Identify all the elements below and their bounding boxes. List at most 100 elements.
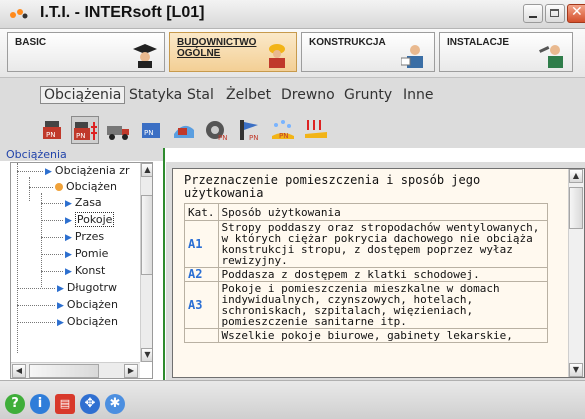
tools-icon[interactable]: ✱	[105, 394, 125, 414]
tree-node[interactable]: ▶ Obciążen	[17, 297, 118, 313]
tab-grunty[interactable]: Grunty	[344, 87, 392, 103]
row-kat: A3	[184, 281, 219, 329]
pn-box-icon: PN	[142, 123, 160, 138]
panel-scroll-thumb[interactable]	[569, 187, 583, 229]
truck-load-icon	[107, 126, 129, 140]
tab-inne[interactable]: Inne	[403, 87, 434, 103]
toolbar: PN PN PN PN PN PN	[0, 114, 585, 148]
tree-node-selected[interactable]: ▶ Pokoje	[41, 212, 115, 228]
tree-node[interactable]: Obciążen	[29, 179, 117, 195]
expand-arrow-icon: ▶	[65, 233, 72, 243]
scroll-up-icon[interactable]: ▲	[141, 163, 152, 177]
expand-arrow-icon: ▶	[57, 284, 64, 294]
tab-stal[interactable]: Stal	[187, 87, 214, 103]
expand-arrow-icon: ▶	[57, 318, 64, 328]
expand-arrow-icon: ▶	[65, 250, 72, 260]
scroll-down-icon[interactable]: ▼	[569, 363, 583, 377]
tab-drewno[interactable]: Drewno	[281, 87, 335, 103]
tree-view[interactable]: ▶ Obciążenia zr Obciążen ▶ Zasa ▶ Pokoje ▶ P…	[10, 162, 153, 379]
maximize-button[interactable]	[545, 4, 565, 23]
tree-node[interactable]: ▶ Długotrw	[17, 280, 117, 296]
window-title: I.T.I. - INTERsoft [L01]	[40, 4, 205, 21]
scroll-up-icon[interactable]: ▲	[569, 169, 583, 183]
row-text: Stropy poddaszy oraz stropodachów wentyl…	[217, 220, 548, 268]
pn-weight-arrows-button[interactable]: PN	[71, 116, 99, 144]
truck-load-button[interactable]	[104, 116, 132, 144]
row-kat: A2	[184, 267, 219, 282]
info-icon[interactable]: i	[30, 394, 50, 414]
row-text: Wszelkie pokoje biurowe, gabinety lekars…	[217, 328, 548, 343]
pn-weight-button[interactable]: PN	[38, 116, 66, 144]
svg-text:PN: PN	[249, 134, 258, 142]
title-bar: I.T.I. - INTERsoft [L01] ✕	[0, 0, 585, 29]
help-icon[interactable]: ?	[5, 394, 25, 414]
minimize-button[interactable]	[523, 4, 543, 23]
maximize-icon	[550, 9, 559, 17]
fire-arrows-icon	[305, 120, 327, 138]
tree-node[interactable]: ▶ Przes	[41, 229, 104, 245]
tab-statyka[interactable]: Statyka	[129, 87, 182, 103]
tree-scroll-thumb[interactable]	[141, 195, 152, 275]
expand-arrow-icon: ▶	[65, 199, 72, 209]
table-row: A2 Poddasza z dostępem z klatki schodowe…	[184, 267, 548, 282]
module-konstrukcja[interactable]: KONSTRUKCJA	[301, 32, 435, 72]
snow-pn-button[interactable]: PN	[269, 116, 297, 144]
tree-horizontal-scrollbar[interactable]: ◀ ▶	[11, 362, 140, 378]
engineer-icon	[401, 45, 423, 68]
plumber-icon	[539, 45, 563, 68]
svg-text:PN: PN	[218, 134, 227, 142]
module-instalacje-label: INSTALACJE	[447, 37, 510, 48]
expand-arrow-icon: ▶	[45, 167, 52, 177]
panel-vertical-scrollbar[interactable]: ▲ ▼	[568, 169, 584, 377]
row-text: Poddasza z dostępem z klatki schodowej.	[217, 267, 548, 282]
module-instalacje[interactable]: INSTALACJE	[439, 32, 573, 72]
minimize-icon	[529, 16, 537, 18]
svg-text:PN: PN	[279, 132, 288, 140]
tab-zelbet[interactable]: Żelbet	[226, 87, 271, 103]
tree-hscroll-thumb[interactable]	[29, 364, 99, 378]
table-row: A1 Stropy poddaszy oraz stropodachów wen…	[184, 220, 548, 268]
col-sposob-header: Sposób użytkowania	[217, 203, 548, 221]
shape-button[interactable]	[170, 116, 198, 144]
navigate-icon[interactable]: ✥	[80, 394, 100, 414]
scroll-down-icon[interactable]: ▼	[141, 348, 152, 362]
pn-box-button[interactable]: PN	[137, 116, 165, 144]
wind-pn-icon: PN	[240, 120, 258, 142]
bottom-bar: ? i ▤ ✥ ✱	[0, 380, 585, 419]
wheel-pn-button[interactable]: PN	[203, 116, 231, 144]
tab-obciazenia[interactable]: Obciążenia	[40, 86, 126, 104]
scroll-right-icon[interactable]: ▶	[124, 364, 138, 378]
table-row: Wszelkie pokoje biurowe, gabinety lekars…	[184, 328, 548, 343]
scroll-left-icon[interactable]: ◀	[12, 364, 26, 378]
shape-icon	[174, 125, 194, 138]
expand-arrow-icon: ▶	[65, 267, 72, 277]
builder-icon	[269, 44, 285, 68]
app-logo-icon	[10, 9, 28, 19]
tree-node[interactable]: ▶ Pomie	[41, 246, 108, 262]
tree-node[interactable]: ▶ Obciążenia zr	[17, 163, 130, 179]
expand-arrow-icon: ▶	[57, 301, 64, 311]
module-budownictwo[interactable]: BUDOWNICTWO OGÓLNE	[169, 32, 297, 72]
print-icon[interactable]: ▤	[55, 394, 75, 414]
fire-arrows-button[interactable]	[302, 116, 330, 144]
tree-node[interactable]: ▶ Konst	[41, 263, 105, 279]
module-basic[interactable]: BASIC	[7, 32, 165, 72]
module-konstrukcja-label: KONSTRUKCJA	[309, 37, 386, 48]
snow-pn-icon: PN	[272, 120, 294, 140]
tree-node[interactable]: ▶ Zasa	[41, 195, 102, 211]
panel-heading: Przeznaczenie pomieszczenia i sposób jeg…	[184, 173, 481, 200]
module-basic-label: BASIC	[15, 37, 47, 48]
close-button[interactable]: ✕	[567, 4, 585, 23]
section-header: Obciążenia	[0, 148, 163, 161]
svg-text:PN: PN	[144, 129, 153, 137]
module-budownictwo-label: BUDOWNICTWO OGÓLNE	[177, 37, 257, 59]
tree-vertical-scrollbar[interactable]: ▲ ▼	[140, 163, 152, 362]
wind-pn-button[interactable]: PN	[236, 116, 264, 144]
row-text: Pokoje i pomieszczenia mieszkalne w doma…	[217, 281, 548, 329]
pn-weight-icon: PN	[43, 121, 61, 139]
tree-node[interactable]: ▶ Obciążen	[17, 314, 118, 330]
row-kat: A1	[184, 220, 219, 268]
info-panel: Przeznaczenie pomieszczenia i sposób jeg…	[172, 168, 585, 378]
graduate-icon	[133, 44, 157, 68]
panel-divider[interactable]	[163, 148, 165, 380]
